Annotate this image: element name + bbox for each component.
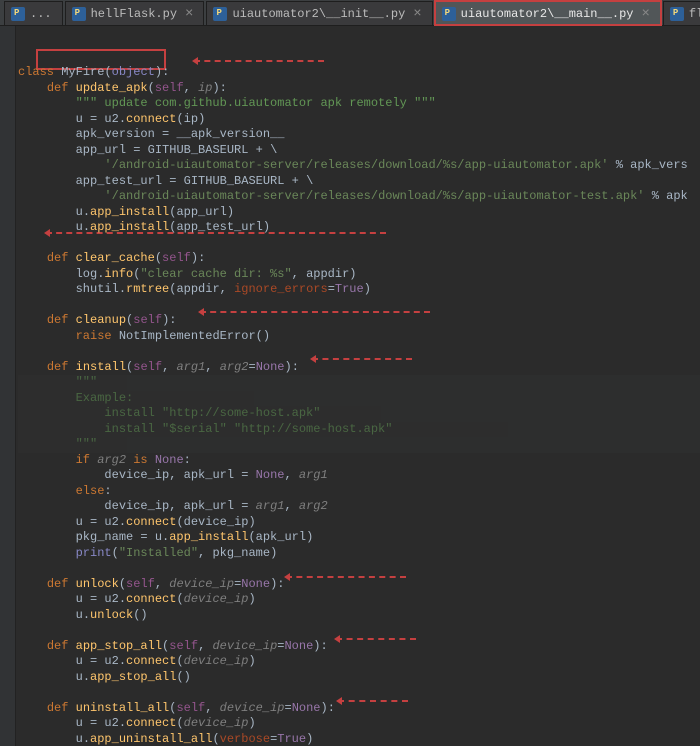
close-icon[interactable]: × xyxy=(642,7,650,21)
code-line: class MyFire(object): xyxy=(18,65,700,81)
tab-hellflask[interactable]: hellFlask.py × xyxy=(65,1,205,25)
python-file-icon xyxy=(670,7,684,21)
python-file-icon xyxy=(442,7,456,21)
tab-flask-init[interactable]: flask\__init__.py× xyxy=(663,1,700,25)
code-line: """ xyxy=(18,375,700,391)
tab-hidden[interactable]: ... xyxy=(4,1,63,25)
code-line: app_test_url = GITHUB_BASEURL + \ xyxy=(18,174,700,190)
editor-gutter xyxy=(0,26,16,746)
close-icon[interactable]: × xyxy=(413,7,421,21)
code-line: app_url = GITHUB_BASEURL + \ xyxy=(18,143,700,159)
tab-uiauto-main[interactable]: uiautomator2\__main__.py × xyxy=(435,1,661,25)
code-line: install "$serial" "http://some-host.apk" xyxy=(18,422,700,438)
code-line: print("Installed", pkg_name) xyxy=(18,546,700,562)
python-file-icon xyxy=(72,7,86,21)
close-icon[interactable]: × xyxy=(185,7,193,21)
code-line xyxy=(18,298,700,314)
code-line xyxy=(18,34,700,50)
tab-label: uiautomator2\__init__.py xyxy=(232,7,405,21)
code-line xyxy=(18,236,700,252)
code-line: """ xyxy=(18,437,700,453)
code-line: install "http://some-host.apk" xyxy=(18,406,700,422)
tab-label: hellFlask.py xyxy=(91,7,177,21)
code-line: def clear_cache(self): xyxy=(18,251,700,267)
code-line: u = u2.connect(device_ip) xyxy=(18,654,700,670)
code-line: apk_version = __apk_version__ xyxy=(18,127,700,143)
code-line: u = u2.connect(device_ip) xyxy=(18,592,700,608)
code-line: Example: xyxy=(18,391,700,407)
code-line: '/android-uiautomator-server/releases/do… xyxy=(18,189,700,205)
code-line: if arg2 is None: xyxy=(18,453,700,469)
tab-label: ... xyxy=(30,7,52,21)
code-line: u.app_stop_all() xyxy=(18,670,700,686)
code-line: def uninstall_all(self, device_ip=None): xyxy=(18,701,700,717)
editor-tab-bar: ... hellFlask.py × uiautomator2\__init__.… xyxy=(0,0,700,26)
code-line: pkg_name = u.app_install(apk_url) xyxy=(18,530,700,546)
code-line xyxy=(18,685,700,701)
code-line: log.info("clear cache dir: %s", appdir) xyxy=(18,267,700,283)
code-line: u = u2.connect(device_ip) xyxy=(18,515,700,531)
code-line xyxy=(18,561,700,577)
tab-label: uiautomator2\__main__.py xyxy=(461,7,634,21)
code-line: else: xyxy=(18,484,700,500)
code-line: '/android-uiautomator-server/releases/do… xyxy=(18,158,700,174)
code-line xyxy=(18,344,700,360)
tab-label: flask\__init__.py xyxy=(689,7,700,21)
code-line: def cleanup(self): xyxy=(18,313,700,329)
code-line: u = u2.connect(ip) xyxy=(18,112,700,128)
code-line: def update_apk(self, ip): xyxy=(18,81,700,97)
code-line: u.unlock() xyxy=(18,608,700,624)
code-line: raise NotImplementedError() xyxy=(18,329,700,345)
code-line: def install(self, arg1, arg2=None): xyxy=(18,360,700,376)
tab-uiauto-init[interactable]: uiautomator2\__init__.py × xyxy=(206,1,432,25)
code-line: """ update com.github.uiautomator apk re… xyxy=(18,96,700,112)
code-line: u.app_install(app_test_url) xyxy=(18,220,700,236)
code-line xyxy=(18,623,700,639)
code-line: device_ip, apk_url = None, arg1 xyxy=(18,468,700,484)
code-line: def app_stop_all(self, device_ip=None): xyxy=(18,639,700,655)
code-line: u.app_install(app_url) xyxy=(18,205,700,221)
python-file-icon xyxy=(11,7,25,21)
code-line: shutil.rmtree(appdir, ignore_errors=True… xyxy=(18,282,700,298)
code-editor[interactable]: class MyFire(object): def update_apk(sel… xyxy=(16,26,700,746)
code-line xyxy=(18,50,700,66)
code-line: device_ip, apk_url = arg1, arg2 xyxy=(18,499,700,515)
python-file-icon xyxy=(213,7,227,21)
code-line: def unlock(self, device_ip=None): xyxy=(18,577,700,593)
code-line: u.app_uninstall_all(verbose=True) xyxy=(18,732,700,746)
code-line: u = u2.connect(device_ip) xyxy=(18,716,700,732)
